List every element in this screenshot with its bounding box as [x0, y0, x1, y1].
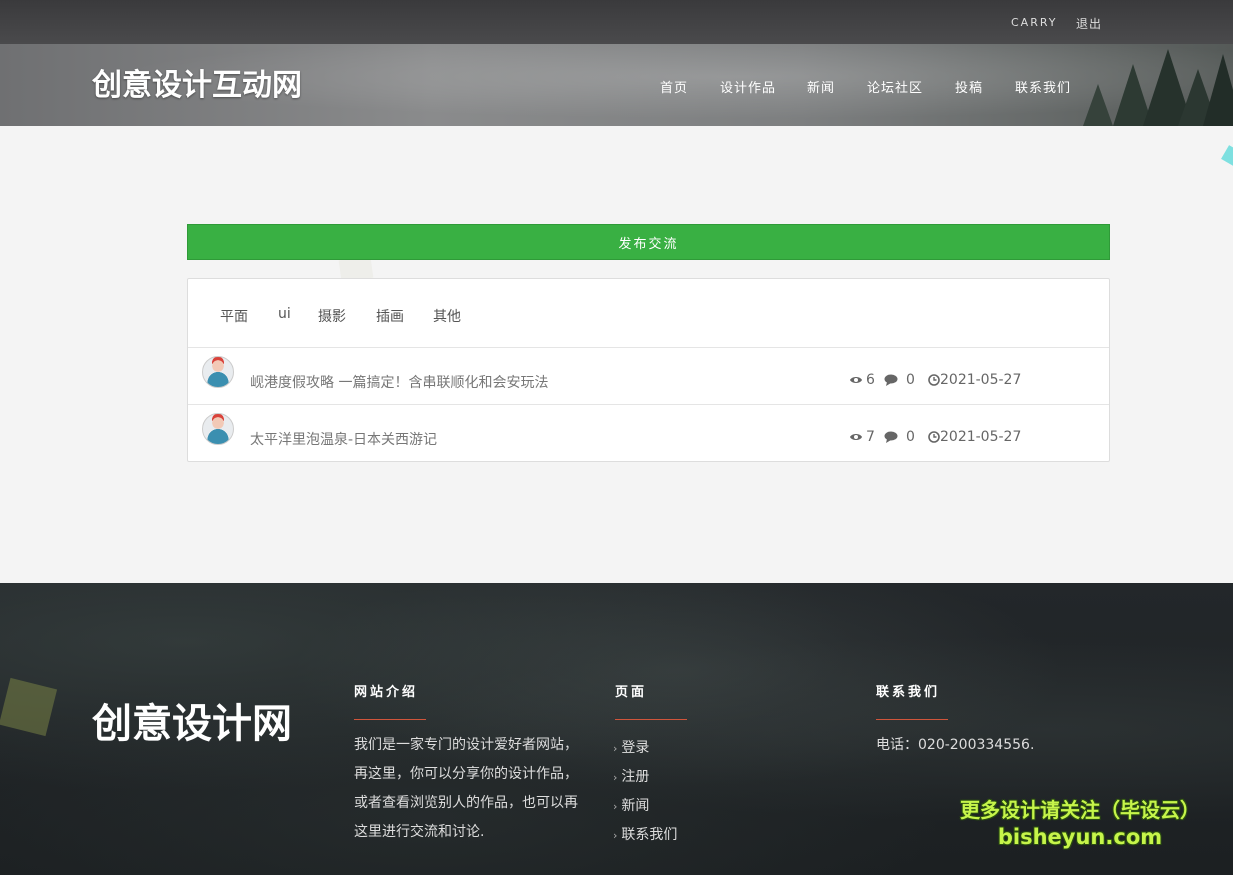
comment-icon: [884, 374, 898, 386]
footer-link-contact[interactable]: › 联系我们: [613, 824, 677, 844]
post-views: 7: [849, 429, 875, 445]
clock-icon: [928, 431, 940, 443]
forum-panel: 平面 ui 摄影 插画 其他 岘港度假攻略 一篇搞定！含串联顺化和会安玩法 6 …: [187, 278, 1110, 462]
tab-illustration[interactable]: 插画: [376, 306, 404, 326]
date-text: 2021-05-27: [940, 372, 1022, 388]
post-row: 太平洋里泡温泉-日本关西游记 7 0 2021-05-27: [188, 405, 1109, 462]
chevron-right-icon: ›: [613, 829, 618, 842]
site-footer: 创意设计网 网站介绍 我们是一家专门的设计爱好者网站， 再这里，你可以分享你的设…: [0, 583, 1233, 875]
site-header: 创意设计互动网 首页 设计作品 新闻 论坛社区 投稿 联系我们: [0, 44, 1233, 126]
footer-pages-title: 页面: [615, 685, 648, 700]
footer-link-label: 登录: [621, 740, 650, 756]
top-bar: CARRY 退出: [0, 0, 1233, 44]
date-text: 2021-05-27: [940, 429, 1022, 445]
watermark-line: 更多设计请关注（毕设云）: [960, 798, 1200, 822]
nav-home[interactable]: 首页: [660, 77, 688, 96]
post-comments: 0: [884, 429, 915, 445]
footer-link-login[interactable]: › 登录: [613, 737, 649, 757]
chevron-right-icon: ›: [613, 742, 618, 755]
eye-icon: [850, 377, 862, 383]
chevron-right-icon: ›: [613, 771, 618, 784]
footer-divider: [876, 719, 948, 720]
confetti-decoration: [1221, 145, 1233, 167]
watermark-line: bisheyun.com: [997, 825, 1163, 849]
logout-link[interactable]: 退出: [1076, 15, 1102, 32]
tab-ui[interactable]: ui: [278, 306, 291, 322]
footer-link-label: 注册: [621, 769, 650, 785]
footer-about-title: 网站介绍: [354, 685, 419, 700]
nav-design-works[interactable]: 设计作品: [720, 77, 776, 96]
footer-link-label: 新闻: [621, 798, 650, 814]
comment-icon: [884, 431, 898, 443]
category-tabs: 平面 ui 摄影 插画 其他: [188, 279, 1109, 348]
eye-icon: [850, 434, 862, 440]
footer-contact-title: 联系我们: [876, 685, 941, 700]
site-logo[interactable]: 创意设计互动网: [92, 60, 302, 104]
footer-link-label: 联系我们: [621, 827, 678, 843]
about-line: 这里进行交流和讨论.: [354, 824, 485, 840]
clock-icon: [928, 374, 940, 386]
comments-count: 0: [906, 429, 915, 445]
footer-logo[interactable]: 创意设计网: [92, 691, 292, 749]
about-line: 或者查看浏览别人的作品，也可以再: [354, 795, 578, 811]
about-line: 再这里，你可以分享你的设计作品，: [354, 766, 578, 782]
footer-divider: [354, 719, 426, 720]
nav-contact[interactable]: 联系我们: [1015, 77, 1071, 96]
views-count: 7: [866, 429, 875, 445]
post-comments: 0: [884, 372, 915, 388]
footer-divider: [615, 719, 687, 720]
footer-about-text: 我们是一家专门的设计爱好者网站， 再这里，你可以分享你的设计作品， 或者查看浏览…: [354, 731, 578, 847]
post-views: 6: [849, 372, 875, 388]
post-row: 岘港度假攻略 一篇搞定！含串联顺化和会安玩法 6 0 2021-05-27: [188, 348, 1109, 405]
avatar[interactable]: [202, 356, 234, 388]
post-date: 2021-05-27: [928, 429, 1021, 445]
about-line: 我们是一家专门的设计爱好者网站，: [354, 737, 578, 753]
publish-post-button[interactable]: 发布交流: [187, 224, 1110, 260]
footer-link-news[interactable]: › 新闻: [613, 795, 649, 815]
nav-submit[interactable]: 投稿: [955, 77, 983, 96]
username-link[interactable]: CARRY: [1011, 16, 1058, 29]
nav-news[interactable]: 新闻: [807, 77, 835, 96]
comments-count: 0: [906, 372, 915, 388]
post-date: 2021-05-27: [928, 372, 1021, 388]
chevron-right-icon: ›: [613, 800, 618, 813]
footer-link-register[interactable]: › 注册: [613, 766, 649, 786]
post-title-link[interactable]: 岘港度假攻略 一篇搞定！含串联顺化和会安玩法: [250, 372, 548, 392]
watermark: 更多设计请关注（毕设云） bisheyun.com: [950, 797, 1210, 851]
views-count: 6: [866, 372, 875, 388]
post-title-link[interactable]: 太平洋里泡温泉-日本关西游记: [250, 429, 437, 449]
avatar[interactable]: [202, 413, 234, 445]
nav-forum[interactable]: 论坛社区: [867, 77, 923, 96]
tab-other[interactable]: 其他: [433, 306, 461, 326]
tab-photography[interactable]: 摄影: [318, 306, 346, 326]
footer-phone: 电话：020-200334556.: [876, 737, 1035, 753]
tab-graphic[interactable]: 平面: [220, 306, 248, 326]
